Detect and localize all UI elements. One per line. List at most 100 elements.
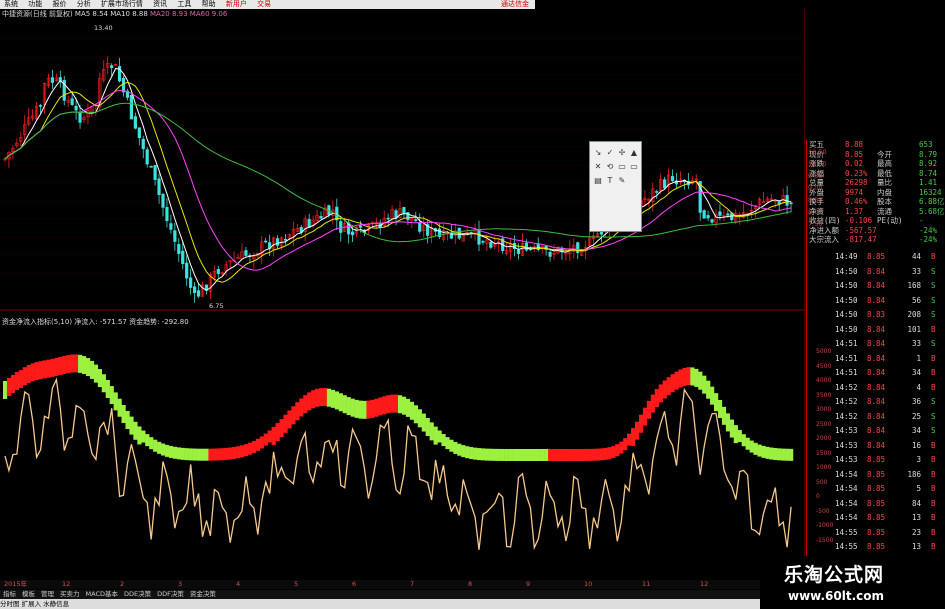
flow-band-segment <box>354 399 359 418</box>
menu-trade[interactable]: 交易 <box>257 0 271 8</box>
flow-band-segment <box>164 444 170 457</box>
flow-band-segment <box>417 409 422 428</box>
flow-band-segment <box>710 386 715 405</box>
candle-body <box>181 250 185 264</box>
quote-cell: -24% <box>919 225 938 235</box>
toolbox-tool-icon[interactable]: ▤ <box>593 176 603 186</box>
quote-row: 买五 8.88 653 <box>807 140 945 150</box>
flow-band-segment <box>74 354 79 373</box>
flow-band-segment <box>394 394 399 413</box>
toolbox-tool-icon[interactable]: ✕ <box>593 162 603 172</box>
flow-band-segment <box>311 390 316 409</box>
flow-band-segment <box>666 377 671 396</box>
trade-cell: 8.84 <box>867 426 886 435</box>
trade-cell: 208 <box>907 310 921 319</box>
indicator-tab[interactable]: DDE决策 <box>124 590 151 598</box>
trade-cell: 101 <box>907 324 921 334</box>
flow-band-segment <box>504 448 509 461</box>
indicator-tab[interactable]: 模板 <box>22 590 35 598</box>
quote-cell: 16324 <box>919 187 942 197</box>
flow-band-segment <box>247 442 253 455</box>
candle-body <box>481 241 485 243</box>
flow-band-segment <box>575 448 580 461</box>
flow-band-segment <box>496 448 501 461</box>
indicator-tick: 4000 <box>816 377 832 384</box>
indicator-tab[interactable]: DDF决策 <box>157 590 184 598</box>
date-tick: 12 <box>700 580 709 588</box>
flow-band-segment <box>670 374 675 393</box>
menu-item[interactable]: 分析 <box>77 0 91 8</box>
flow-band-segment <box>291 406 296 425</box>
indicator-tick: 500 <box>816 478 828 486</box>
menu-item[interactable]: 工具 <box>177 0 191 8</box>
toolbox-tool-icon[interactable]: ▭ <box>629 162 639 172</box>
menu-item[interactable]: 系统 <box>4 0 18 8</box>
flow-band-segment <box>129 416 134 435</box>
toolbox-tool-icon[interactable]: ✎ <box>617 176 627 186</box>
menu-item[interactable]: 资讯 <box>153 0 167 8</box>
toolbox-tool-icon[interactable]: ⟲ <box>605 162 615 172</box>
menu-item[interactable]: 报价 <box>52 0 66 8</box>
trade-cell: 14:55 <box>835 542 858 551</box>
trade-cell: S <box>931 397 936 406</box>
indicator-tick: 2000 <box>816 435 832 442</box>
candle-body <box>663 179 667 189</box>
quote-cell: 9974 <box>845 187 864 197</box>
menu-item[interactable]: 功能 <box>28 0 42 8</box>
toolbox-tool-icon[interactable]: ✓ <box>605 148 615 158</box>
flow-band-segment <box>623 438 628 451</box>
trade-cell: 3 <box>916 455 921 464</box>
indicator-tab[interactable]: 买卖力 <box>60 590 80 598</box>
menu-new-user[interactable]: 新用户 <box>226 0 247 8</box>
candle-body <box>161 193 165 208</box>
drawing-toolbox[interactable]: ↘ ✓ ✢ ▲ ✕ ⟲ ▭ ▭ ▤ T ✎ <box>589 141 642 232</box>
low-price-label: 6.75 <box>209 302 224 310</box>
flow-band-segment <box>220 448 225 461</box>
flow-band-segment <box>528 448 533 461</box>
toolbox-tool-icon[interactable]: ▲ <box>629 148 639 158</box>
indicator-tick: 1500 <box>816 449 832 457</box>
flow-band-segment <box>338 393 343 412</box>
watermark-title: 乐淘公式网 <box>784 564 885 586</box>
toolbox-tool-icon[interactable]: ▭ <box>617 162 627 172</box>
trade-cell: 5 <box>916 484 921 493</box>
trade-cell: 14:54 <box>835 484 858 493</box>
flow-band-segment <box>706 380 711 399</box>
flow-band-segment <box>54 357 59 376</box>
flow-band-segment <box>38 361 43 380</box>
trade-cell: 14:51 <box>835 368 858 377</box>
menu-item[interactable]: 帮助 <box>202 0 216 8</box>
indicator-tick: -1000 <box>816 522 834 529</box>
indicator-tick: 2500 <box>816 420 832 428</box>
flow-band-segment <box>176 447 181 460</box>
flow-band-segment <box>429 422 434 441</box>
candle-body <box>137 127 141 138</box>
menu-item[interactable]: 扩展市场行情 <box>101 0 143 8</box>
flow-band-segment <box>413 405 418 424</box>
toolbox-tool-icon[interactable]: ✢ <box>617 148 627 158</box>
trade-cell: 8.85 <box>867 469 886 479</box>
flow-band-segment <box>366 400 371 419</box>
trade-cell: B <box>931 353 936 363</box>
indicator-tab[interactable]: MACD基本 <box>86 590 118 598</box>
flow-band-segment <box>137 426 142 445</box>
toolbox-tool-icon[interactable]: ↘ <box>593 148 603 158</box>
quote-cell: 6.88亿 <box>919 197 945 206</box>
indicator-tick: 0 <box>816 493 820 500</box>
flow-band-segment <box>125 410 130 429</box>
indicator-tick: -1500 <box>816 536 834 544</box>
flow-band-segment <box>548 448 553 461</box>
indicator-tab[interactable]: 资金决策 <box>190 590 216 598</box>
quote-cell: 量比 <box>877 178 892 187</box>
quote-cell: 8.92 <box>919 159 938 168</box>
candle-body <box>283 238 288 241</box>
quote-cell: 最高 <box>877 159 892 168</box>
menu-right-label[interactable]: 通达信金 <box>501 0 529 9</box>
chart-area[interactable] <box>0 9 805 577</box>
toolbox-tool-icon[interactable]: T <box>605 176 615 186</box>
indicator-tab[interactable]: 指标 <box>3 590 16 598</box>
date-tick: 7 <box>410 580 415 588</box>
quote-cell: 8.79 <box>919 149 938 159</box>
indicator-tab[interactable]: 管理 <box>41 590 54 598</box>
flow-band-segment <box>184 448 189 461</box>
